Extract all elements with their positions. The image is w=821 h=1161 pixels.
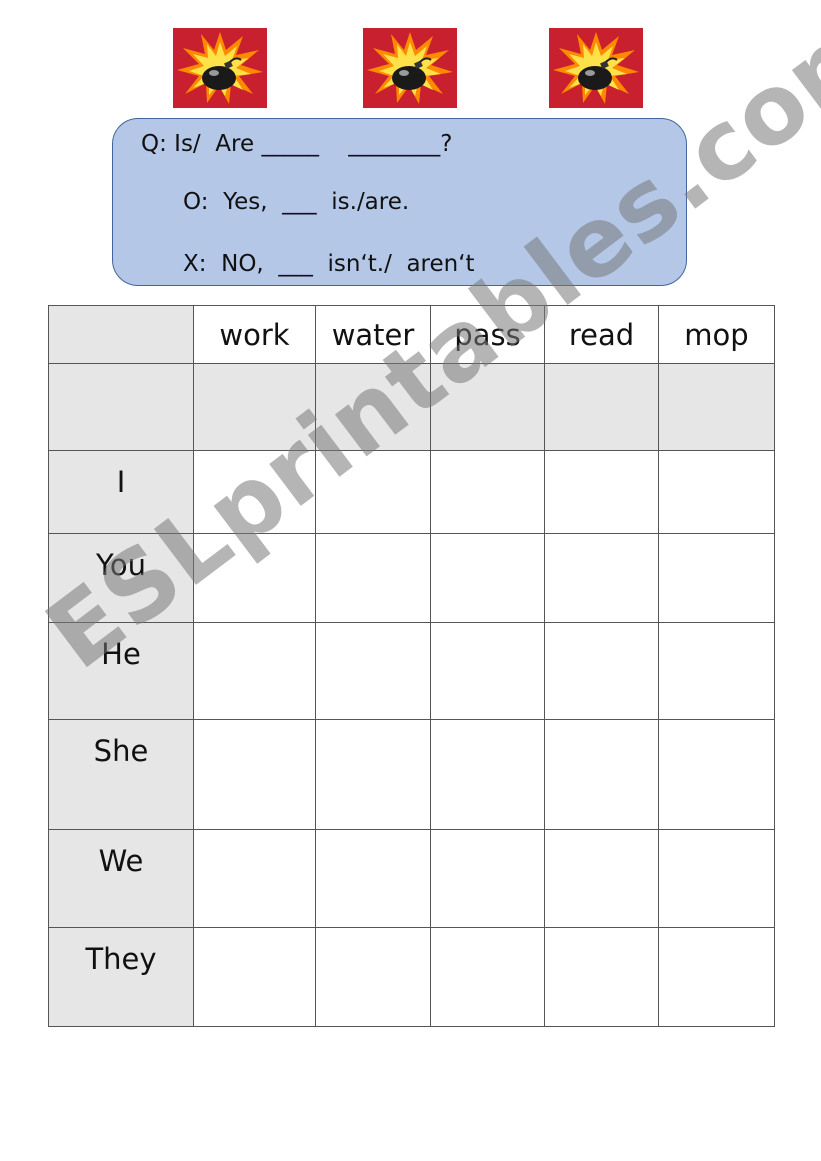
table-row: He (48, 622, 775, 720)
verb-pronoun-grid: work water pass read mop I You He She We… (48, 305, 775, 1027)
yes-answer-pattern: O: Yes, ___ is./are. (183, 189, 410, 215)
empty-cell[interactable] (430, 363, 545, 451)
answer-cell[interactable] (315, 829, 431, 928)
bomb-icon (549, 28, 643, 108)
answer-cell[interactable] (430, 829, 545, 928)
column-header: pass (430, 305, 545, 364)
answer-cell[interactable] (193, 622, 316, 720)
table-row: They (48, 927, 775, 1027)
answer-cell[interactable] (315, 450, 431, 534)
blank-shaded-row (48, 363, 775, 451)
table-row: We (48, 829, 775, 928)
empty-cell[interactable] (48, 363, 194, 451)
answer-cell[interactable] (658, 927, 775, 1027)
table-row: She (48, 719, 775, 830)
answer-cell[interactable] (193, 927, 316, 1027)
answer-cell[interactable] (430, 719, 545, 830)
answer-cell[interactable] (658, 829, 775, 928)
column-header: water (315, 305, 431, 364)
answer-cell[interactable] (193, 829, 316, 928)
empty-cell[interactable] (315, 363, 431, 451)
no-answer-pattern: X: NO, ___ isn‘t./ aren‘t (183, 251, 475, 277)
answer-cell[interactable] (430, 927, 545, 1027)
answer-cell[interactable] (658, 450, 775, 534)
column-header: work (193, 305, 316, 364)
answer-cell[interactable] (430, 622, 545, 720)
answer-cell[interactable] (193, 719, 316, 830)
row-label: She (48, 719, 194, 830)
answer-cell[interactable] (544, 719, 659, 830)
empty-cell[interactable] (658, 363, 775, 451)
column-header: mop (658, 305, 775, 364)
answer-cell[interactable] (193, 450, 316, 534)
answer-cell[interactable] (315, 533, 431, 623)
answer-cell[interactable] (658, 533, 775, 623)
answer-cell[interactable] (544, 829, 659, 928)
answer-cell[interactable] (315, 719, 431, 830)
empty-cell[interactable] (544, 363, 659, 451)
table-row: You (48, 533, 775, 623)
answer-cell[interactable] (430, 533, 545, 623)
corner-cell (48, 305, 194, 364)
table-row: I (48, 450, 775, 534)
question-answer-box: Q: Is/ Are _____ ________? O: Yes, ___ i… (112, 118, 687, 286)
row-label: I (48, 450, 194, 534)
answer-cell[interactable] (315, 927, 431, 1027)
question-pattern: Q: Is/ Are _____ ________? (141, 131, 453, 157)
row-label: You (48, 533, 194, 623)
empty-cell[interactable] (193, 363, 316, 451)
header-row: work water pass read mop (48, 305, 775, 364)
row-label: They (48, 927, 194, 1027)
column-header: read (544, 305, 659, 364)
bomb-icon (363, 28, 457, 108)
answer-cell[interactable] (658, 622, 775, 720)
answer-cell[interactable] (193, 533, 316, 623)
answer-cell[interactable] (544, 533, 659, 623)
answer-cell[interactable] (430, 450, 545, 534)
answer-cell[interactable] (544, 622, 659, 720)
answer-cell[interactable] (658, 719, 775, 830)
answer-cell[interactable] (544, 927, 659, 1027)
answer-cell[interactable] (544, 450, 659, 534)
bomb-icon (173, 28, 267, 108)
answer-cell[interactable] (315, 622, 431, 720)
row-label: We (48, 829, 194, 928)
row-label: He (48, 622, 194, 720)
